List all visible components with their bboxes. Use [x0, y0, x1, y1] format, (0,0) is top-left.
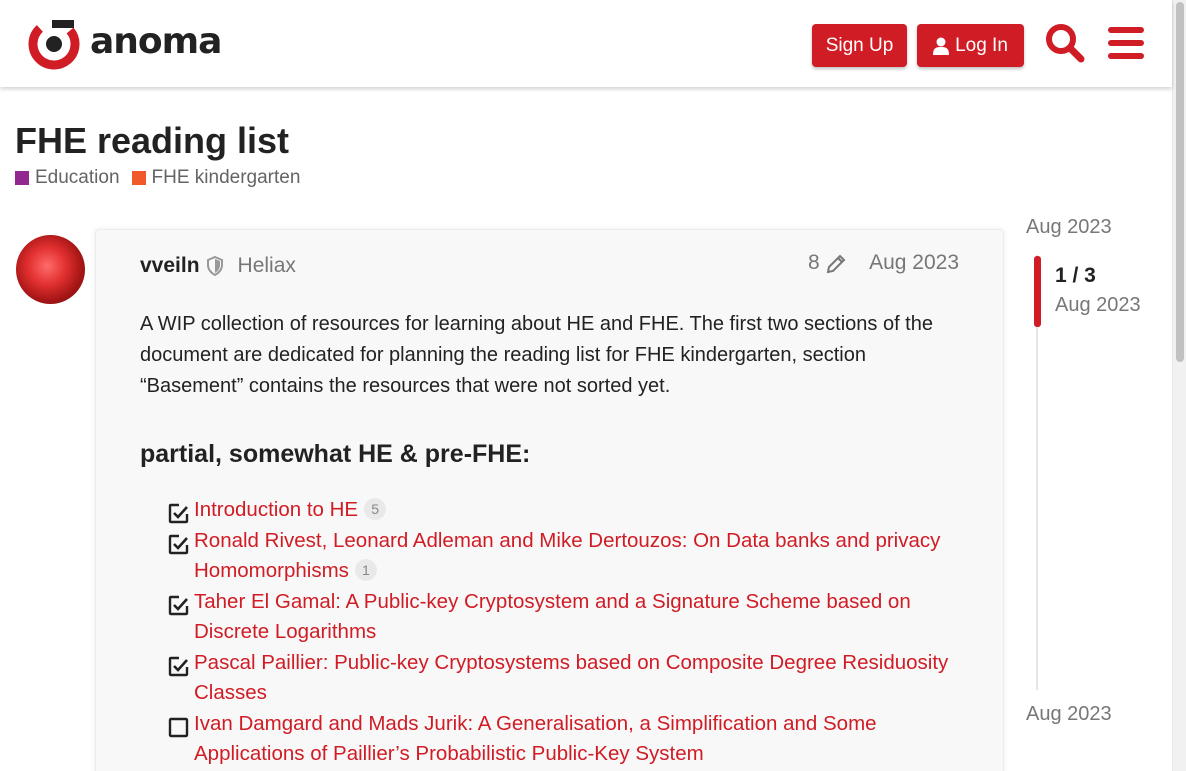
click-count-badge: 5: [364, 498, 387, 520]
checked-box-icon[interactable]: [168, 534, 189, 555]
checked-box-icon[interactable]: [168, 503, 189, 524]
category-color-swatch: [15, 171, 29, 185]
edit-count: 8: [808, 251, 820, 274]
post-user-group[interactable]: Heliax: [238, 254, 296, 278]
logo-text: anoma: [90, 21, 222, 62]
category-fhe-kindergarten[interactable]: FHE kindergarten: [131, 167, 301, 189]
list-item-link[interactable]: Pascal Paillier: Public-key Cryptosystem…: [194, 651, 948, 705]
sign-up-label: Sign Up: [825, 34, 894, 56]
list-item: Introduction to HE 5: [166, 495, 956, 526]
post-meta: vveiln Heliax 8 Aug 2023: [140, 251, 959, 281]
timeline-start-date[interactable]: Aug 2023: [1026, 216, 1112, 239]
page-scrollbar[interactable]: [1172, 0, 1186, 771]
list-item: Ivan Damgard and Mads Jurik: A Generalis…: [166, 709, 956, 770]
list-item-link[interactable]: Introduction to HE: [194, 498, 358, 521]
checked-box-icon[interactable]: [168, 595, 189, 616]
list-item: Taher El Gamal: A Public-key Cryptosyste…: [166, 587, 956, 648]
reading-checklist: Introduction to HE 5 Ronald Rivest, Leona…: [166, 495, 956, 770]
list-item-link[interactable]: Taher El Gamal: A Public-key Cryptosyste…: [194, 590, 911, 644]
post-body-text: A WIP collection of resources for learni…: [140, 313, 933, 397]
list-item-link[interactable]: Ivan Damgard and Mads Jurik: A Generalis…: [194, 712, 877, 766]
edit-history-button[interactable]: 8: [808, 251, 848, 275]
unchecked-box-icon[interactable]: [168, 717, 189, 738]
sign-up-button[interactable]: Sign Up: [812, 24, 907, 67]
section-heading: partial, somewhat HE & pre-FHE:: [140, 440, 531, 468]
category-education[interactable]: Education: [15, 167, 120, 189]
site-logo[interactable]: anoma: [28, 18, 222, 70]
hamburger-menu-icon[interactable]: [1108, 25, 1144, 61]
topic-categories: Education FHE kindergarten: [15, 167, 312, 189]
site-header: anoma Sign Up Log In: [0, 0, 1172, 87]
list-item: Pascal Paillier: Public-key Cryptosystem…: [166, 648, 956, 709]
moderator-shield-icon: [206, 256, 223, 276]
post-username[interactable]: vveiln: [140, 254, 200, 278]
category-color-swatch: [131, 171, 146, 185]
log-in-label: Log In: [955, 34, 1008, 56]
category-label: FHE kindergarten: [151, 167, 301, 188]
user-icon: [933, 37, 950, 55]
list-item: Ronald Rivest, Leonard Adleman and Mike …: [166, 526, 956, 587]
anoma-logo-icon: [28, 18, 80, 70]
avatar[interactable]: [16, 235, 85, 304]
scrollbar-thumb[interactable]: [1176, 2, 1184, 362]
timeline-handle[interactable]: [1034, 256, 1041, 327]
log-in-button[interactable]: Log In: [917, 24, 1024, 67]
category-label: Education: [35, 167, 120, 188]
search-icon[interactable]: [1045, 23, 1085, 63]
timeline-current-date: Aug 2023: [1055, 294, 1141, 316]
topic-title[interactable]: FHE reading list: [15, 120, 289, 162]
click-count-badge: 1: [354, 559, 377, 581]
checked-box-icon[interactable]: [168, 656, 189, 677]
timeline-position: 1 / 3: [1055, 264, 1096, 287]
pencil-icon: [826, 254, 846, 274]
timeline-end-date[interactable]: Aug 2023: [1026, 703, 1112, 726]
post-date[interactable]: Aug 2023: [869, 251, 959, 275]
list-item-link[interactable]: Ronald Rivest, Leonard Adleman and Mike …: [194, 529, 940, 583]
